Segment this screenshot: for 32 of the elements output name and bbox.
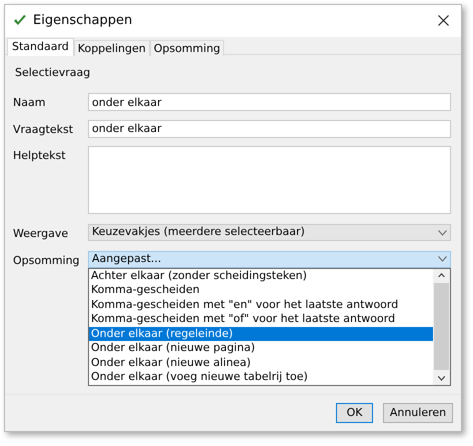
chevron-down-icon xyxy=(438,230,447,236)
cancel-button[interactable]: Annuleren xyxy=(383,402,453,423)
tab[interactable]: Opsomming xyxy=(150,40,224,56)
list-option[interactable]: Onder elkaar (nieuwe alinea) xyxy=(89,356,433,370)
checkmark-icon xyxy=(13,14,27,28)
field-label: Weergave xyxy=(13,226,70,242)
dropdown[interactable]: Keuzevakjes (meerdere selecteerbaar) xyxy=(88,224,451,242)
ok-button[interactable]: OK xyxy=(336,402,373,423)
field-label: Opsomming xyxy=(13,252,81,269)
textarea-field[interactable] xyxy=(88,146,451,214)
list-option[interactable]: Onder elkaar (regeleinde) xyxy=(89,326,433,342)
dropdown[interactable]: Aangepast... xyxy=(88,250,451,268)
list-option[interactable]: Komma-gescheiden xyxy=(89,283,433,298)
window-title: Eigenschappen xyxy=(33,12,132,30)
chevron-down-icon xyxy=(438,256,447,262)
field-label: Naam xyxy=(13,95,46,112)
list-option[interactable]: Achter elkaar (zonder scheidingsteken) xyxy=(89,268,433,284)
list-option[interactable]: Komma-gescheiden met "en" voor het laatste antwoord xyxy=(89,298,433,312)
scrollbar-thumb[interactable] xyxy=(434,283,449,370)
section-title: Selectievraag xyxy=(15,64,92,81)
input-field[interactable]: onder elkaar xyxy=(88,93,451,112)
field-label: Helptekst xyxy=(13,148,67,164)
list-option[interactable]: Komma-gescheiden met "of" voor het laatste antwoord xyxy=(89,312,433,327)
input-field[interactable]: onder elkaar xyxy=(88,120,451,138)
field-label: Vraagtekst xyxy=(13,122,74,138)
scroll-up-icon[interactable] xyxy=(437,272,446,278)
tab[interactable]: Koppelingen xyxy=(74,40,150,56)
scroll-down-icon[interactable] xyxy=(437,376,446,381)
close-icon xyxy=(438,15,449,26)
tab[interactable]: Standaard xyxy=(7,38,74,56)
list-option[interactable]: Onder elkaar (nieuwe pagina) xyxy=(89,341,433,356)
list-option[interactable]: Onder elkaar (voeg nieuwe tabelrij toe) xyxy=(89,370,433,385)
